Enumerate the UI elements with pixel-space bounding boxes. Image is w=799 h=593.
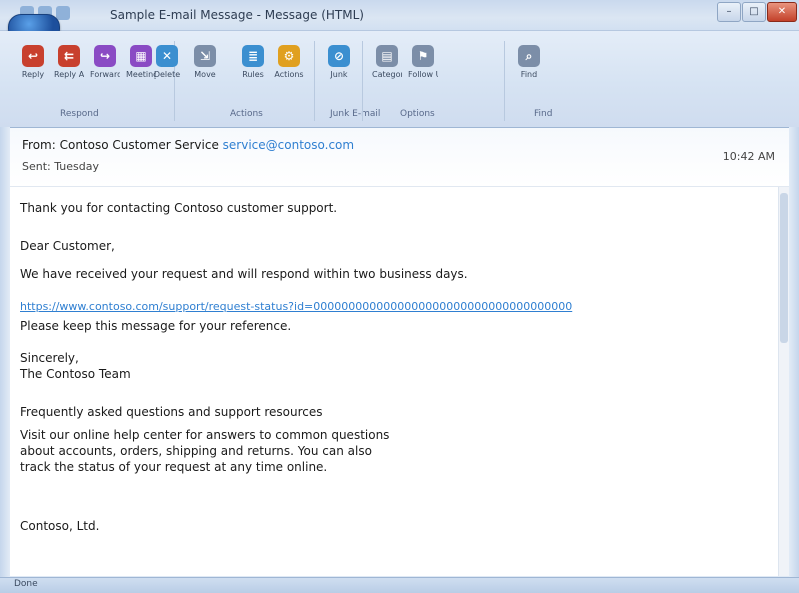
status-link[interactable]: https://www.contoso.com/support/request-… <box>20 299 572 314</box>
ribbon-group-junk: ⊘ Junk <box>324 45 354 79</box>
delete-icon: ✕ <box>156 45 178 67</box>
find-button[interactable]: ⌕ Find <box>514 45 544 79</box>
minimize-button[interactable]: – <box>717 2 741 22</box>
title-bar: Sample E-mail Message - Message (HTML) –… <box>0 0 799 31</box>
group-label-respond: Respond <box>60 109 99 119</box>
delete-button[interactable]: ✕ Delete <box>152 45 182 79</box>
faq-line: about accounts, orders, shipping and ret… <box>20 444 372 458</box>
rules-icon: ≣ <box>242 45 264 67</box>
greeting: Dear Customer, <box>20 239 115 253</box>
follow-up-icon: ⚑ <box>412 45 434 67</box>
ribbon-group-find: ⌕ Find <box>514 45 544 79</box>
from-line: From: Contoso Customer Service service@c… <box>22 138 354 152</box>
find-icon: ⌕ <box>518 45 540 67</box>
window-border-left <box>0 127 10 577</box>
signature-line: The Contoso Team <box>20 367 131 381</box>
sent-date: Sent: Tuesday <box>22 160 99 173</box>
sent-time: 10:42 AM <box>722 150 775 163</box>
message-header: From: Contoso Customer Service service@c… <box>10 128 789 187</box>
rules-button[interactable]: ≣ Rules <box>238 45 268 79</box>
ribbon-group-options: ▤ Categorize ⚑ Follow Up <box>372 45 438 79</box>
body-line: We have received your request and will r… <box>20 267 468 281</box>
follow-up-button[interactable]: ⚑ Follow Up <box>408 45 438 79</box>
ribbon-separator <box>314 41 315 121</box>
body-line: Please keep this message for your refere… <box>20 319 292 333</box>
meeting-icon: ▦ <box>130 45 152 67</box>
forward-button[interactable]: ↪ Forward <box>90 45 120 79</box>
actions-button[interactable]: ⚙ Actions <box>274 45 304 79</box>
group-label-find: Find <box>534 109 553 119</box>
ribbon-group-rules: ≣ Rules ⚙ Actions <box>238 45 304 79</box>
move-icon: ⇲ <box>194 45 216 67</box>
reply-button[interactable]: ↩ Reply <box>18 45 48 79</box>
faq-heading: Frequently asked questions and support r… <box>20 405 323 419</box>
actions-icon: ⚙ <box>278 45 300 67</box>
signature-line: Sincerely, <box>20 351 79 365</box>
sender-address[interactable]: service@contoso.com <box>223 138 354 152</box>
faq-line: track the status of your request at any … <box>20 460 328 474</box>
status-text: Done <box>14 579 38 589</box>
group-label-options: Options <box>400 109 435 119</box>
junk-button[interactable]: ⊘ Junk <box>324 45 354 79</box>
vertical-scrollbar[interactable] <box>778 187 789 576</box>
scrollbar-thumb[interactable] <box>780 193 788 343</box>
from-label: From: <box>22 138 56 152</box>
group-label-actions: Actions <box>230 109 263 119</box>
reply-icon: ↩ <box>22 45 44 67</box>
categorize-button[interactable]: ▤ Categorize <box>372 45 402 79</box>
forward-icon: ↪ <box>94 45 116 67</box>
group-label-junk: Junk E-mail <box>330 109 381 119</box>
junk-icon: ⊘ <box>328 45 350 67</box>
status-bar: Done <box>0 577 799 593</box>
sender-name[interactable]: Contoso Customer Service <box>60 138 219 152</box>
window-title: Sample E-mail Message - Message (HTML) <box>110 8 364 22</box>
ribbon-separator <box>504 41 505 121</box>
ribbon-group-respond: ↩ Reply ⇇ Reply All ↪ Forward ▦ Meeting <box>18 45 156 79</box>
reply-all-button[interactable]: ⇇ Reply All <box>54 45 84 79</box>
ribbon: ↩ Reply ⇇ Reply All ↪ Forward ▦ Meeting … <box>0 31 799 128</box>
window-controls: – □ ✕ <box>717 2 797 22</box>
ribbon-group-actions: ✕ Delete <box>152 45 182 79</box>
closing-line: Contoso, Ltd. <box>20 519 100 533</box>
faq-line: Visit our online help center for answers… <box>20 428 390 442</box>
redo-icon[interactable] <box>56 6 70 20</box>
window-border-right <box>789 127 799 577</box>
ribbon-separator <box>362 41 363 121</box>
close-button[interactable]: ✕ <box>767 2 797 22</box>
maximize-button[interactable]: □ <box>742 2 766 22</box>
message-body: Thank you for contacting Contoso custome… <box>10 187 779 576</box>
body-line: Thank you for contacting Contoso custome… <box>20 201 338 215</box>
faq-paragraph: Visit our online help center for answers… <box>20 427 389 475</box>
move-button[interactable]: ⇲ Move <box>190 45 220 79</box>
categorize-icon: ▤ <box>376 45 398 67</box>
ribbon-group-move: ⇲ Move <box>190 45 220 79</box>
reply-all-icon: ⇇ <box>58 45 80 67</box>
